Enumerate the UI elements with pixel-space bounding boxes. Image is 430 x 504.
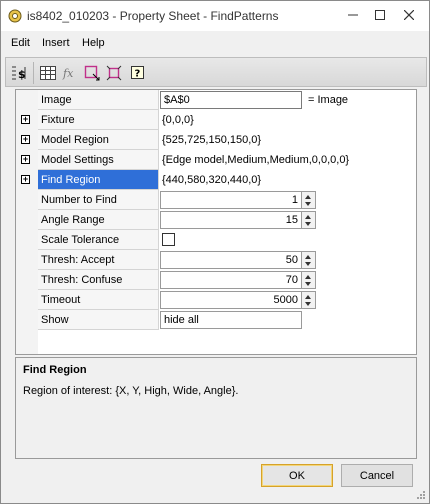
- menu-insert[interactable]: Insert: [42, 37, 70, 49]
- menu-edit[interactable]: Edit: [11, 37, 30, 49]
- timeout-spinner[interactable]: [302, 291, 316, 309]
- property-label-model-settings[interactable]: Model Settings: [38, 150, 159, 170]
- spin-down-icon: [305, 302, 311, 306]
- toolbar: $ fx ?: [5, 57, 427, 87]
- maximize-button[interactable]: [367, 4, 393, 26]
- menu-bar: Edit Insert Help: [1, 31, 429, 55]
- expand-model-settings-icon[interactable]: +: [21, 155, 30, 164]
- property-row-timeout: Timeout 5000: [16, 290, 416, 310]
- property-value-model-region[interactable]: {525,725,150,150,0}: [159, 130, 402, 150]
- property-row-model-region: + Model Region {525,725,150,150,0}: [16, 130, 416, 150]
- property-row-image: Image $A$0 = Image: [16, 90, 416, 110]
- property-label-find-region[interactable]: Find Region: [38, 170, 159, 190]
- property-row-fixture: + Fixture {0,0,0}: [16, 110, 416, 130]
- select-region-button[interactable]: [82, 63, 102, 83]
- property-row-angle-range: Angle Range 15: [16, 210, 416, 230]
- spin-down-icon: [305, 282, 311, 286]
- property-label-model-region[interactable]: Model Region: [38, 130, 159, 150]
- select-region-icon: [84, 65, 100, 81]
- show-select[interactable]: hide all: [160, 311, 302, 329]
- toolbar-separator: [33, 62, 34, 84]
- maximize-icon: [375, 10, 385, 20]
- description-title: Find Region: [23, 364, 87, 376]
- help-icon: ?: [131, 66, 144, 80]
- table-grid-button[interactable]: [38, 63, 58, 83]
- show-select-value: hide all: [164, 314, 199, 326]
- expand-model-region-icon[interactable]: +: [21, 135, 30, 144]
- spin-up-icon: [305, 295, 311, 299]
- cancel-button[interactable]: Cancel: [341, 464, 413, 487]
- svg-text:?: ?: [135, 69, 141, 80]
- property-label-thresh-accept: Thresh: Accept: [38, 250, 159, 270]
- number-to-find-input[interactable]: 1: [160, 191, 302, 209]
- expand-fixture-icon[interactable]: +: [21, 115, 30, 124]
- property-value-fixture[interactable]: {0,0,0}: [159, 110, 402, 130]
- property-label-fixture[interactable]: Fixture: [38, 110, 159, 130]
- property-row-model-settings: + Model Settings {Edge model,Medium,Medi…: [16, 150, 416, 170]
- title-bar: is8402_010203 - Property Sheet - FindPat…: [1, 1, 429, 31]
- resize-grip-icon[interactable]: [416, 490, 426, 500]
- scale-tolerance-checkbox[interactable]: [162, 233, 175, 246]
- thresh-accept-spinner[interactable]: [302, 251, 316, 269]
- property-label-angle-range: Angle Range: [38, 210, 159, 230]
- property-value-find-region[interactable]: {440,580,320,440,0}: [159, 170, 402, 190]
- property-label-timeout: Timeout: [38, 290, 159, 310]
- table-grid-icon: [40, 66, 56, 80]
- spin-up-icon: [305, 275, 311, 279]
- sort-properties-button[interactable]: $: [10, 63, 30, 83]
- number-to-find-spinner[interactable]: [302, 191, 316, 209]
- property-row-thresh-accept: Thresh: Accept 50: [16, 250, 416, 270]
- property-label-thresh-confuse: Thresh: Confuse: [38, 270, 159, 290]
- property-row-number-to-find: Number to Find 1: [16, 190, 416, 210]
- menu-help[interactable]: Help: [82, 37, 105, 49]
- property-value-model-settings[interactable]: {Edge model,Medium,Medium,0,0,0,0}: [159, 150, 402, 170]
- property-row-show: Show hide all: [16, 310, 416, 330]
- property-label-image: Image: [38, 90, 159, 110]
- close-button[interactable]: [396, 4, 422, 26]
- spin-up-icon: [305, 215, 311, 219]
- expand-find-region-icon[interactable]: +: [21, 175, 30, 184]
- function-fx-icon: fx: [62, 67, 74, 80]
- svg-text:fx: fx: [62, 67, 74, 80]
- spin-up-icon: [305, 255, 311, 259]
- spin-up-icon: [305, 195, 311, 199]
- description-text: Region of interest: {X, Y, High, Wide, A…: [23, 385, 239, 397]
- help-button[interactable]: ?: [128, 63, 148, 83]
- function-fx-button[interactable]: fx: [60, 63, 80, 83]
- thresh-confuse-spinner[interactable]: [302, 271, 316, 289]
- property-row-find-region: + Find Region {440,580,320,440,0}: [16, 170, 416, 190]
- property-row-scale-tolerance: Scale Tolerance: [16, 230, 416, 250]
- minimize-icon: [348, 14, 358, 16]
- property-row-thresh-confuse: Thresh: Confuse 70: [16, 270, 416, 290]
- fit-region-button[interactable]: [104, 63, 124, 83]
- timeout-input[interactable]: 5000: [160, 291, 302, 309]
- spin-down-icon: [305, 262, 311, 266]
- minimize-button[interactable]: [340, 4, 366, 26]
- sort-properties-icon: $: [12, 66, 26, 81]
- spin-down-icon: [305, 222, 311, 226]
- thresh-confuse-input[interactable]: 70: [160, 271, 302, 289]
- thresh-accept-input[interactable]: 50: [160, 251, 302, 269]
- angle-range-input[interactable]: 15: [160, 211, 302, 229]
- window-title: is8402_010203 - Property Sheet - FindPat…: [27, 9, 279, 23]
- property-sheet-window: is8402_010203 - Property Sheet - FindPat…: [0, 0, 430, 504]
- property-label-show: Show: [38, 310, 159, 330]
- property-label-number-to-find: Number to Find: [38, 190, 159, 210]
- app-icon: [7, 8, 23, 24]
- fit-region-icon: [106, 65, 122, 81]
- close-icon: [404, 10, 414, 20]
- property-grid: Image $A$0 = Image + Fixture {0,0,0} + M…: [15, 89, 417, 355]
- angle-range-spinner[interactable]: [302, 211, 316, 229]
- image-suffix: = Image: [308, 94, 349, 106]
- description-panel: Find Region Region of interest: {X, Y, H…: [15, 357, 417, 459]
- image-input[interactable]: $A$0: [160, 91, 302, 109]
- property-label-scale-tolerance: Scale Tolerance: [38, 230, 159, 250]
- spin-down-icon: [305, 202, 311, 206]
- ok-button[interactable]: OK: [261, 464, 333, 487]
